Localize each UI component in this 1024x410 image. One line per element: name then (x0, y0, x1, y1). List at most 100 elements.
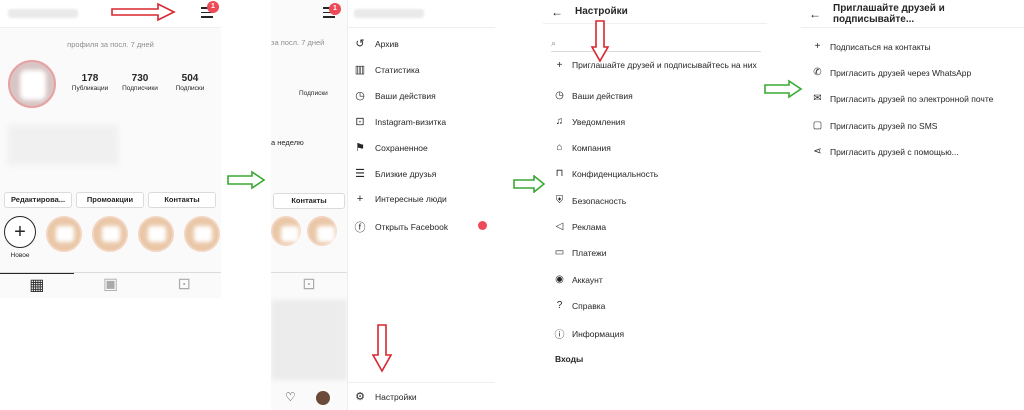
settings-item-label: Платежи (572, 247, 607, 258)
menu-item-close-friends[interactable]: ☰ Близкие друзья (353, 167, 436, 180)
stat-value: 178 (81, 73, 99, 84)
invite-item-whatsapp[interactable]: ✆ Пригласить друзей через WhatsApp (811, 67, 971, 78)
story-highlight (307, 216, 337, 246)
new-story[interactable]: + Новое (4, 216, 36, 259)
settings-item-label: Ваши действия (572, 90, 633, 101)
settings-item-label: Конфиденциальность (572, 168, 659, 179)
menu-item-label: Сохраненное (375, 142, 428, 153)
settings-item-account[interactable]: ◉ Аккаунт (553, 274, 603, 285)
grid-thumbnail (271, 300, 347, 380)
invite-item-sms[interactable]: ▢ Пригласить друзей по SMS (811, 120, 938, 131)
story-highlight (271, 216, 301, 246)
invite-item-email[interactable]: ✉ Пригласить друзей по электронной почте (811, 93, 993, 104)
profile-stats: 178 Публикации 730 Подписчики 504 Подписки (65, 73, 215, 92)
igtv-icon: ▣ (102, 276, 119, 293)
nametag-icon: ⊡ (355, 116, 365, 128)
stat-label: Подписки (175, 85, 205, 92)
search-icon: ⌕ (551, 38, 557, 48)
bell-icon: ♫ (555, 116, 564, 127)
settings-item-activity[interactable]: ◷ Ваши действия (553, 90, 633, 101)
menu-item-open-facebook[interactable]: ⓕ Открыть Facebook (353, 219, 449, 235)
stories-partial (271, 216, 337, 246)
new-story-label: Новое (10, 252, 30, 259)
menu-item-stats[interactable]: ▥ Статистика (353, 63, 420, 76)
story-highlight[interactable] (138, 216, 174, 252)
green-arrow-right-icon (227, 170, 266, 190)
story-highlight[interactable] (46, 216, 82, 252)
edit-profile-button[interactable]: Редактирова... (4, 192, 72, 208)
menu-item-label: Архив (375, 38, 399, 49)
igtv-tab[interactable]: ▣ (74, 273, 148, 298)
back-arrow-icon[interactable]: ← (551, 5, 563, 19)
settings-screen: ← Настройки ⌕ + Приглашайте друзей и подп… (543, 0, 767, 372)
green-arrow-right-icon (513, 175, 546, 193)
notification-badge: 1 (207, 1, 219, 13)
account-icon: ◉ (555, 274, 564, 285)
add-person-icon: + (356, 193, 364, 205)
settings-item-ads[interactable]: ◁ Реклама (553, 221, 606, 232)
stories-row: + Новое (4, 216, 220, 259)
stat-followers[interactable]: 730 Подписчики (115, 73, 165, 92)
menu-item-saved[interactable]: ⚑ Сохраненное (353, 141, 428, 154)
settings-item-security[interactable]: ⛨ Безопасность (553, 195, 626, 206)
settings-item-notifications[interactable]: ♫ Уведомления (553, 116, 625, 127)
plus-icon: + (4, 216, 36, 248)
profile-screen: 1 профиля за посл. 7 дней 178 Публикации … (0, 0, 221, 298)
partial-text: а неделю (271, 138, 304, 147)
activity-icon: ◷ (555, 90, 564, 101)
invite-item-label: Подписаться на контакты (830, 41, 931, 52)
grid-tab[interactable]: ▦ (0, 273, 74, 298)
settings-item-invite[interactable]: + Приглашайте друзей и подписывайтесь на … (553, 61, 758, 71)
menu-item-nametag[interactable]: ⊡ Instagram-визитка (353, 115, 446, 128)
invite-item-follow-contacts[interactable]: + Подписаться на контакты (811, 41, 931, 52)
page-title: Настройки (575, 6, 628, 17)
settings-header: ← Настройки (543, 0, 767, 24)
story-highlight[interactable] (184, 216, 220, 252)
red-arrow-right-icon (111, 2, 176, 22)
green-arrow-right-icon (764, 79, 803, 99)
settings-item-about[interactable]: ⓘ Информация (553, 326, 625, 342)
stat-following[interactable]: 504 Подписки (165, 73, 215, 92)
page-title: Приглашайте друзей и подписывайте... (833, 2, 945, 25)
settings-item-privacy[interactable]: ⊓ Конфиденциальность (553, 168, 659, 179)
menu-item-archive[interactable]: ↺ Архив (353, 37, 399, 50)
heart-icon: ♡ (285, 390, 296, 404)
help-icon: ? (556, 300, 563, 311)
invite-item-share[interactable]: ⋖ Пригласить друзей с помощью... (811, 146, 958, 157)
menu-item-settings[interactable]: ⚙ Настройки (353, 390, 417, 403)
search-input[interactable]: ⌕ (551, 36, 761, 52)
stat-value: 504 (181, 73, 199, 84)
share-icon: ⋖ (813, 146, 822, 157)
bio-blurred (8, 125, 118, 165)
shop-icon: ⌂ (556, 142, 563, 153)
menu-item-activity[interactable]: ◷ Ваши действия (353, 89, 436, 102)
tagged-tab[interactable]: ⊡ (147, 273, 221, 298)
menu-item-label: Ваши действия (375, 90, 436, 101)
profile-tabs: ▦ ▣ ⊡ (0, 272, 221, 298)
username-blurred (8, 9, 78, 18)
settings-item-payments[interactable]: ▭ Платежи (553, 247, 607, 258)
profile-buttons: Редактирова... Промоакции Контакты (4, 192, 216, 208)
menu-drawer (347, 0, 495, 410)
settings-item-label: Уведомления (572, 116, 626, 127)
avatar[interactable] (8, 60, 56, 108)
contacts-button[interactable]: Контакты (148, 192, 216, 208)
menu-item-label: Близкие друзья (375, 168, 437, 179)
invite-item-label: Пригласить друзей по электронной почте (830, 93, 994, 104)
menu-item-label: Открыть Facebook (375, 222, 449, 232)
stat-posts[interactable]: 178 Публикации (65, 73, 115, 92)
grid-icon: ▦ (29, 277, 45, 294)
back-arrow-icon[interactable]: ← (809, 7, 821, 21)
menu-item-label: Интересные люди (375, 194, 447, 204)
story-highlight[interactable] (92, 216, 128, 252)
insights-notice[interactable]: профиля за посл. 7 дней (0, 40, 221, 49)
settings-item-help[interactable]: ? Справка (553, 300, 606, 311)
close-friends-icon: ☰ (355, 168, 365, 180)
gear-icon: ⚙ (355, 391, 365, 403)
menu-item-label: Настройки (375, 391, 417, 402)
promotions-button[interactable]: Промоакции (76, 192, 144, 208)
menu-item-discover-people[interactable]: + Интересные люди (353, 193, 447, 205)
add-person-icon: + (814, 41, 821, 52)
facebook-dot-badge (478, 221, 487, 230)
settings-item-business[interactable]: ⌂ Компания (553, 142, 610, 153)
